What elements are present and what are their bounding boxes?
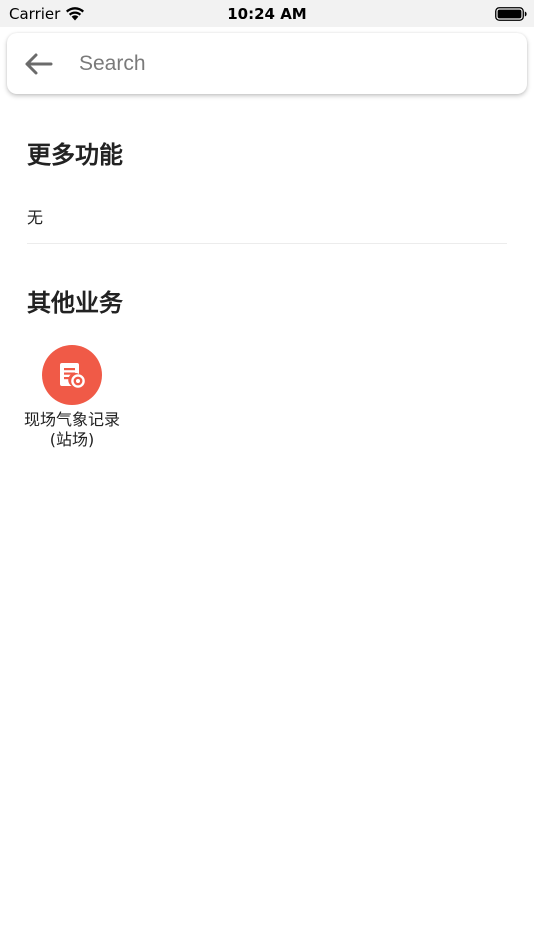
back-button[interactable] [21, 48, 55, 80]
empty-state-text: 无 [27, 208, 44, 227]
arrow-left-icon [25, 53, 53, 75]
status-bar: Carrier 10:24 AM [0, 0, 534, 27]
document-record-icon [60, 363, 85, 388]
section-title-more-functions: 更多功能 [27, 141, 123, 169]
battery-icon [495, 7, 527, 21]
divider [27, 243, 507, 244]
clock-time: 10:24 AM [227, 5, 307, 23]
app-item-label-line2: (站场) [49, 430, 95, 449]
app-item-weather-record[interactable]: 现场气象记录 (站场) [12, 345, 132, 450]
app-icon-badge [42, 345, 102, 405]
app-item-label-line1: 现场气象记录 [23, 410, 120, 429]
section-title-other-business: 其他业务 [27, 289, 123, 317]
search-bar [7, 33, 527, 94]
search-input[interactable] [79, 45, 499, 83]
app-item-label: 现场气象记录 (站场) [24, 410, 120, 450]
